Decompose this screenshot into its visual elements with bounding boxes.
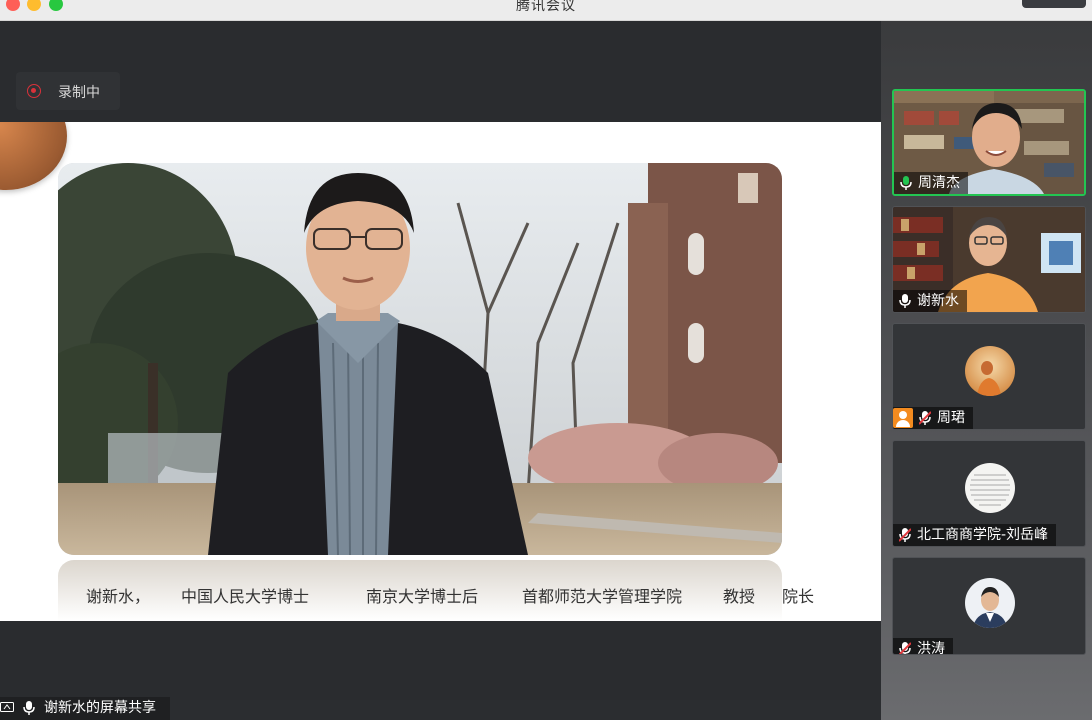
portrait-illustration <box>58 163 782 555</box>
caption-postdoc: 南京大学博士后 <box>366 587 479 606</box>
participant-tile[interactable]: 洪涛 <box>892 557 1086 655</box>
participant-name-tag: 周珺 <box>893 407 973 429</box>
avatar <box>965 463 1015 513</box>
window-controls[interactable] <box>1022 0 1086 8</box>
recording-indicator[interactable]: 录制中 <box>16 72 120 110</box>
speaker-photo <box>58 163 782 555</box>
screen-share-label: 谢新水的屏幕共享 <box>44 700 156 716</box>
record-icon <box>27 84 41 98</box>
recording-label: 录制中 <box>58 85 100 101</box>
caption-name: 谢新水， <box>86 587 151 606</box>
caption-title-professor: 教授 <box>723 587 756 606</box>
screen-share-indicator[interactable]: 谢新水的屏幕共享 <box>0 697 170 720</box>
shared-screen: 谢新水， 中国人民大学博士 南京大学博士后 首都师范大学管理学院 教授 院长 <box>0 122 881 621</box>
mic-icon <box>23 701 35 715</box>
caption-phd: 中国人民大学博士 <box>181 587 310 606</box>
host-icon <box>893 408 913 428</box>
participant-tile[interactable]: 谢新水 <box>892 206 1086 313</box>
participant-name: 周珺 <box>937 410 965 426</box>
participant-sidebar: 周清杰 谢新水 周珺 北工商商学院-刘岳峰 洪涛 <box>881 21 1092 720</box>
avatar <box>965 578 1015 628</box>
avatar <box>965 346 1015 396</box>
participant-name-tag: 谢新水 <box>893 290 967 312</box>
mic-muted-icon <box>919 411 931 425</box>
participant-name: 洪涛 <box>917 641 945 655</box>
mic-muted-icon <box>899 528 911 542</box>
caption-school: 首都师范大学管理学院 <box>522 587 683 606</box>
window-title: 腾讯会议 <box>516 0 576 14</box>
screen-share-icon <box>0 702 14 712</box>
participant-name-tag: 北工商商学院-刘岳峰 <box>893 524 1057 546</box>
participant-name: 北工商商学院-刘岳峰 <box>917 527 1049 543</box>
slide-caption: 谢新水， 中国人民大学博士 南京大学博士后 首都师范大学管理学院 教授 院长 <box>86 583 866 609</box>
caption-title-dean: 院长 <box>782 587 815 606</box>
decorative-circle <box>0 122 67 190</box>
mic-active-icon <box>900 176 912 190</box>
participant-tile[interactable]: 北工商商学院-刘岳峰 <box>892 440 1086 547</box>
participant-tile[interactable]: 周珺 <box>892 323 1086 430</box>
participant-name-tag: 洪涛 <box>893 638 953 655</box>
mic-muted-icon <box>899 642 911 654</box>
participant-name: 谢新水 <box>917 293 959 309</box>
title-bar: 腾讯会议 <box>0 0 1092 21</box>
participant-tile[interactable]: 周清杰 <box>892 89 1086 196</box>
mic-icon <box>899 294 911 308</box>
participant-name-tag: 周清杰 <box>894 172 968 194</box>
participant-name: 周清杰 <box>918 175 960 191</box>
